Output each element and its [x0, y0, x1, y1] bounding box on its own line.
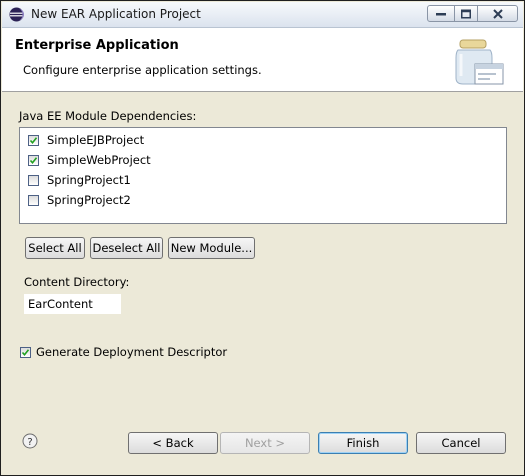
content-directory-input[interactable]: [24, 294, 121, 314]
generate-descriptor-row[interactable]: Generate Deployment Descriptor: [20, 345, 227, 359]
close-icon: [492, 8, 503, 19]
list-item[interactable]: SimpleEJBProject: [28, 131, 144, 149]
next-button[interactable]: Next >: [220, 432, 310, 454]
checkbox-spring-project-2[interactable]: [28, 194, 39, 206]
jar-wizard-icon: [453, 36, 505, 88]
cancel-button[interactable]: Cancel: [416, 432, 506, 454]
item-label: SpringProject1: [47, 173, 131, 187]
checkbox-simple-ejb-project[interactable]: [28, 134, 39, 146]
eclipse-icon: [9, 7, 24, 22]
checkmark-icon: [21, 348, 30, 356]
checkmark-icon: [29, 136, 38, 144]
wizard-content: Java EE Module Dependencies: SimpleEJBPr…: [2, 92, 523, 414]
banner-title: Enterprise Application: [15, 38, 179, 53]
deselect-all-button[interactable]: Deselect All: [90, 237, 163, 259]
maximize-icon: [461, 9, 471, 18]
item-label: SimpleWebProject: [47, 153, 151, 167]
minimize-icon: [436, 12, 446, 15]
dialog-window: New EAR Application Project Enterprise A…: [0, 0, 525, 476]
wizard-footer: ? < Back Next > Finish Cancel: [2, 415, 523, 475]
item-label: SpringProject2: [47, 193, 131, 207]
module-dependencies-list[interactable]: SimpleEJBProject SimpleWebProject Spring…: [19, 127, 507, 224]
list-item[interactable]: SimpleWebProject: [28, 151, 151, 169]
maximize-button[interactable]: [454, 5, 478, 22]
checkbox-simple-web-project[interactable]: [28, 154, 39, 166]
wizard-banner: Enterprise Application Configure enterpr…: [2, 28, 523, 92]
help-icon[interactable]: ?: [22, 433, 38, 449]
item-label: SimpleEJBProject: [47, 133, 145, 147]
content-directory-label: Content Directory:: [24, 275, 130, 289]
dependencies-label: Java EE Module Dependencies:: [19, 109, 197, 123]
generate-descriptor-label: Generate Deployment Descriptor: [36, 345, 228, 359]
generate-descriptor-checkbox[interactable]: [20, 346, 31, 358]
checkmark-icon: [29, 156, 38, 164]
close-button[interactable]: [477, 5, 518, 22]
list-item[interactable]: SpringProject1: [28, 171, 131, 189]
checkbox-spring-project-1[interactable]: [28, 174, 39, 186]
banner-description: Configure enterprise application setting…: [23, 63, 262, 77]
select-all-button[interactable]: Select All: [25, 237, 85, 259]
minimize-button[interactable]: [427, 5, 455, 22]
list-item[interactable]: SpringProject2: [28, 191, 131, 209]
title-bar[interactable]: New EAR Application Project: [2, 2, 523, 28]
back-button[interactable]: < Back: [128, 432, 218, 454]
finish-button[interactable]: Finish: [318, 432, 408, 454]
new-module-button[interactable]: New Module...: [168, 237, 255, 259]
svg-text:?: ?: [27, 437, 32, 448]
window-title: New EAR Application Project: [31, 7, 201, 21]
